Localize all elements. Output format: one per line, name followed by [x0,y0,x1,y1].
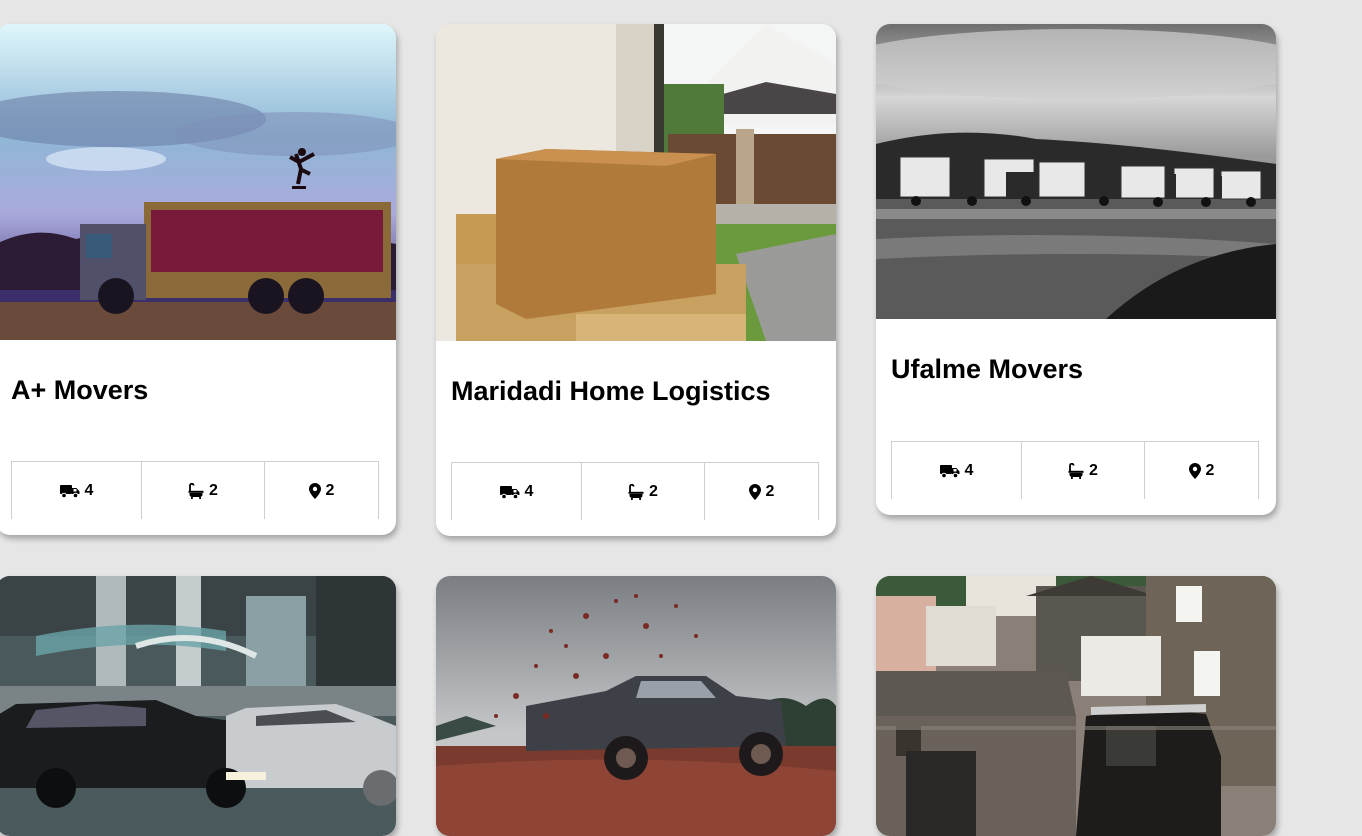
listing-stats: 4 2 2 [891,441,1259,499]
location-count: 2 [1144,442,1258,499]
truck-count-value: 4 [84,481,94,499]
location-count-value: 2 [765,482,775,500]
listing-title[interactable]: Ufalme Movers [891,353,1083,385]
location-count-value: 2 [1205,461,1215,479]
listing-card[interactable]: A+ Movers 4 2 2 [0,24,396,535]
map-pin-icon [309,483,321,499]
truck-count-value: 4 [524,482,534,500]
bath-icon [628,484,644,500]
bath-count: 2 [581,463,704,520]
listing-card[interactable]: Ufalme Movers 4 2 2 [876,24,1276,515]
truck-icon [60,484,80,498]
listing-stats: 4 2 2 [451,462,819,520]
truck-count-value: 4 [964,461,974,479]
bath-count: 2 [1021,442,1144,499]
listing-photo[interactable] [0,576,396,836]
location-count: 2 [704,463,818,520]
bath-count-value: 2 [1089,461,1098,479]
location-count-value: 2 [325,481,335,499]
listing-title[interactable]: A+ Movers [11,374,148,406]
truck-count: 4 [452,463,581,520]
listing-card[interactable]: Maridadi Home Logistics 4 2 2 [436,24,836,536]
listing-photo[interactable] [876,576,1276,836]
listing-card[interactable] [0,576,396,836]
truck-count: 4 [12,462,141,519]
bath-icon [1068,463,1084,479]
listing-photo[interactable] [436,576,836,836]
bath-count: 2 [141,462,264,519]
truck-count: 4 [892,442,1021,499]
bath-icon [188,483,204,499]
listing-stats: 4 2 2 [11,461,379,519]
listing-card[interactable] [436,576,836,836]
listing-photo[interactable] [436,24,836,341]
bath-count-value: 2 [209,481,218,499]
map-pin-icon [749,484,761,500]
truck-icon [500,485,520,499]
listing-photo[interactable] [876,24,1276,319]
location-count: 2 [264,462,378,519]
bath-count-value: 2 [649,482,658,500]
listing-title[interactable]: Maridadi Home Logistics [451,375,771,407]
listing-photo[interactable] [0,24,396,340]
truck-icon [940,464,960,478]
listing-card[interactable] [876,576,1276,836]
map-pin-icon [1189,463,1201,479]
